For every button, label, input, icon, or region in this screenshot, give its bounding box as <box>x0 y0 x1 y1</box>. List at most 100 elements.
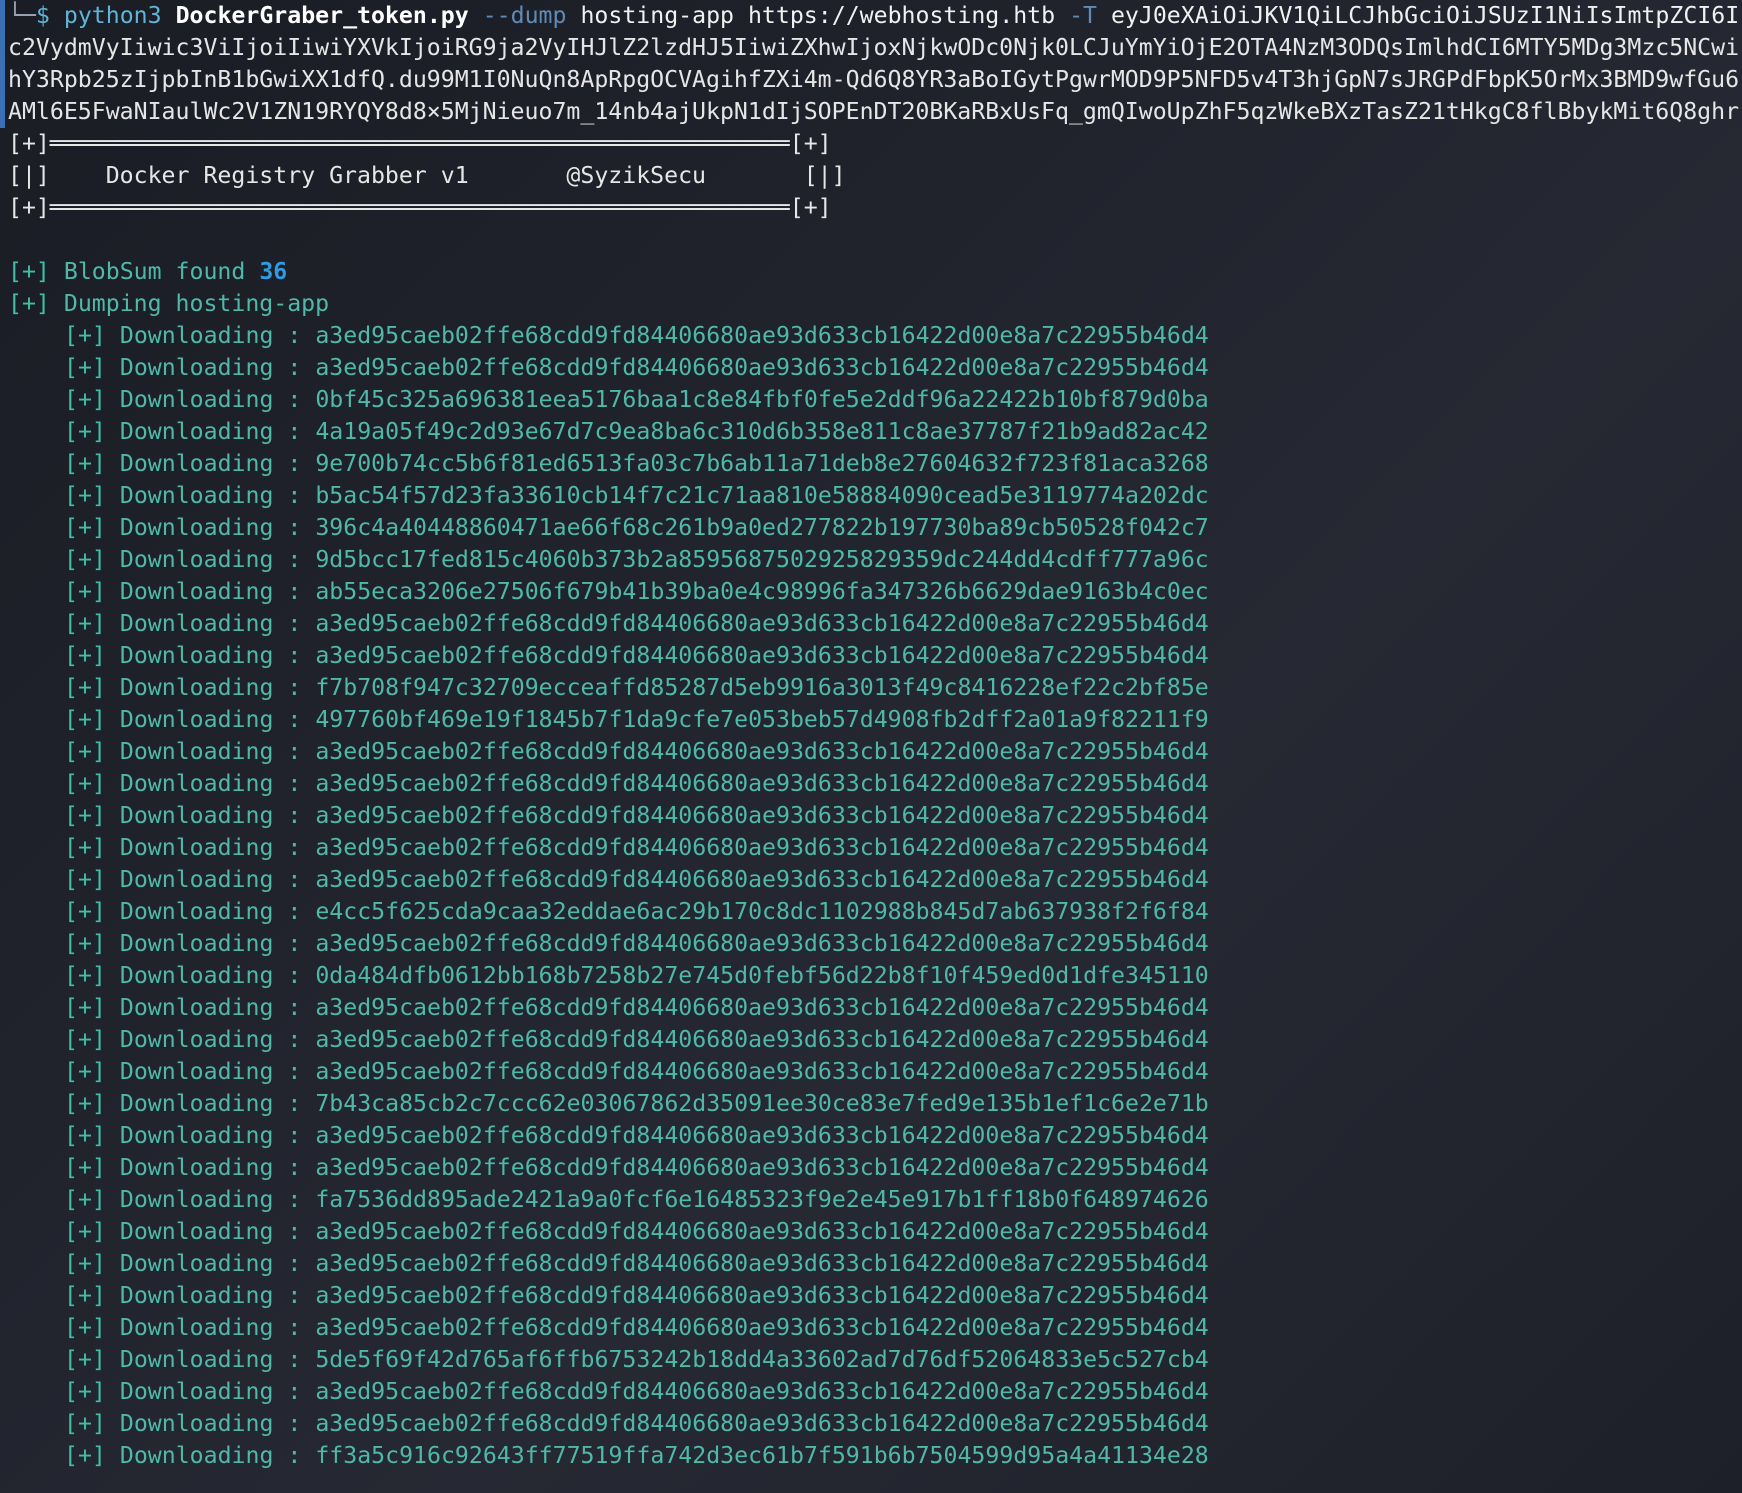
status-marker: [+] <box>8 258 50 285</box>
script-name: DockerGraber_token.py <box>175 2 469 29</box>
blob-hash: 5de5f69f42d765af6ffb6753242b18dd4a33602a… <box>315 1346 1209 1373</box>
status-marker: [+] <box>64 418 106 445</box>
status-marker: [+] <box>64 1218 106 1245</box>
download-label: Downloading : <box>119 386 302 413</box>
download-label: Downloading : <box>119 1282 302 1309</box>
banner-top: [+]═════════════════════════════════════… <box>8 130 832 157</box>
banner-bottom: [+]═════════════════════════════════════… <box>8 194 832 221</box>
status-marker: [+] <box>64 1410 106 1437</box>
status-marker: [+] <box>64 706 106 733</box>
download-label: Downloading : <box>119 1218 302 1245</box>
blob-hash: a3ed95caeb02ffe68cdd9fd84406680ae93d633c… <box>315 1314 1209 1341</box>
blob-hash: a3ed95caeb02ffe68cdd9fd84406680ae93d633c… <box>315 770 1209 797</box>
downloads-list: [+] Downloading : a3ed95caeb02ffe68cdd9f… <box>0 320 1742 1472</box>
download-label: Downloading : <box>119 706 302 733</box>
status-marker: [+] <box>64 930 106 957</box>
blob-hash: e4cc5f625cda9caa32eddae6ac29b170c8dc1102… <box>315 898 1209 925</box>
status-marker: [+] <box>64 386 106 413</box>
download-label: Downloading : <box>119 354 302 381</box>
download-row: [+] Downloading : a3ed95caeb02ffe68cdd9f… <box>0 1248 1742 1280</box>
download-row: [+] Downloading : e4cc5f625cda9caa32edda… <box>0 896 1742 928</box>
download-label: Downloading : <box>119 418 302 445</box>
download-row: [+] Downloading : fa7536dd895ade2421a9a0… <box>0 1184 1742 1216</box>
status-marker: [+] <box>64 1442 106 1469</box>
download-label: Downloading : <box>119 994 302 1021</box>
download-label: Downloading : <box>119 450 302 477</box>
status-marker: [+] <box>64 610 106 637</box>
download-label: Downloading : <box>119 1058 302 1085</box>
download-row: [+] Downloading : 9e700b74cc5b6f81ed6513… <box>0 448 1742 480</box>
blob-hash: a3ed95caeb02ffe68cdd9fd84406680ae93d633c… <box>315 1410 1209 1437</box>
download-label: Downloading : <box>119 834 302 861</box>
blob-hash: 396c4a40448860471ae66f68c261b9a0ed277822… <box>315 514 1209 541</box>
blob-hash: f7b708f947c32709ecceaffd85287d5eb9916a30… <box>315 674 1209 701</box>
terminal-window[interactable]: └─$ python3 DockerGraber_token.py --dump… <box>0 0 1742 1493</box>
download-label: Downloading : <box>119 610 302 637</box>
blob-hash: a3ed95caeb02ffe68cdd9fd84406680ae93d633c… <box>315 834 1209 861</box>
download-label: Downloading : <box>119 898 302 925</box>
download-row: [+] Downloading : 396c4a40448860471ae66f… <box>0 512 1742 544</box>
download-row: [+] Downloading : a3ed95caeb02ffe68cdd9f… <box>0 640 1742 672</box>
download-label: Downloading : <box>119 770 302 797</box>
token-start: eyJ0eXAiOiJKV1QiLCJhbGciOiJSUzI1NiIsImtp… <box>1110 2 1740 29</box>
download-row: [+] Downloading : a3ed95caeb02ffe68cdd9f… <box>0 1056 1742 1088</box>
blob-hash: a3ed95caeb02ffe68cdd9fd84406680ae93d633c… <box>315 738 1209 765</box>
status-marker: [+] <box>64 1122 106 1149</box>
status-marker: [+] <box>64 834 106 861</box>
download-label: Downloading : <box>119 930 302 957</box>
download-label: Downloading : <box>119 514 302 541</box>
download-row: [+] Downloading : 7b43ca85cb2c7ccc62e030… <box>0 1088 1742 1120</box>
download-row: [+] Downloading : b5ac54f57d23fa33610cb1… <box>0 480 1742 512</box>
status-marker: [+] <box>64 546 106 573</box>
blob-hash: ab55eca3206e27506f679b41b39ba0e4c98996fa… <box>315 578 1209 605</box>
download-label: Downloading : <box>119 642 302 669</box>
blob-hash: a3ed95caeb02ffe68cdd9fd84406680ae93d633c… <box>315 1154 1209 1181</box>
status-marker: [+] <box>64 322 106 349</box>
download-row: [+] Downloading : a3ed95caeb02ffe68cdd9f… <box>0 320 1742 352</box>
download-row: [+] Downloading : a3ed95caeb02ffe68cdd9f… <box>0 352 1742 384</box>
download-row: [+] Downloading : 0da484dfb0612bb168b725… <box>0 960 1742 992</box>
prompt-dollar: $ <box>35 2 50 29</box>
download-label: Downloading : <box>119 1250 302 1277</box>
flag-token: -T <box>1069 2 1097 29</box>
banner-title: [|] Docker Registry Grabber v1 @SyzikSec… <box>8 162 846 189</box>
status-marker: [+] <box>64 1186 106 1213</box>
status-marker: [+] <box>64 482 106 509</box>
blob-hash: 4a19a05f49c2d93e67d7c9ea8ba6c310d6b358e8… <box>315 418 1209 445</box>
blob-hash: 7b43ca85cb2c7ccc62e03067862d35091ee30ce8… <box>315 1090 1209 1117</box>
blob-hash: a3ed95caeb02ffe68cdd9fd84406680ae93d633c… <box>315 930 1209 957</box>
download-row: [+] Downloading : a3ed95caeb02ffe68cdd9f… <box>0 608 1742 640</box>
download-label: Downloading : <box>119 1090 302 1117</box>
download-row: [+] Downloading : a3ed95caeb02ffe68cdd9f… <box>0 1376 1742 1408</box>
download-row: [+] Downloading : 5de5f69f42d765af6ffb67… <box>0 1344 1742 1376</box>
download-label: Downloading : <box>119 1314 302 1341</box>
blob-hash: 9e700b74cc5b6f81ed6513fa03c7b6ab11a71deb… <box>315 450 1209 477</box>
download-label: Downloading : <box>119 1026 302 1053</box>
download-row: [+] Downloading : a3ed95caeb02ffe68cdd9f… <box>0 1408 1742 1440</box>
status-marker: [+] <box>64 1378 106 1405</box>
status-marker: [+] <box>64 738 106 765</box>
status-marker: [+] <box>8 290 50 317</box>
blobsum-label: BlobSum found <box>63 258 246 285</box>
download-row: [+] Downloading : a3ed95caeb02ffe68cdd9f… <box>0 1216 1742 1248</box>
download-row: [+] Downloading : a3ed95caeb02ffe68cdd9f… <box>0 832 1742 864</box>
download-row: [+] Downloading : 497760bf469e19f1845b7f… <box>0 704 1742 736</box>
dumping-line: [+] Dumping hosting-app <box>0 288 1742 320</box>
blobsum-count: 36 <box>259 258 288 285</box>
status-marker: [+] <box>64 514 106 541</box>
blob-hash: a3ed95caeb02ffe68cdd9fd84406680ae93d633c… <box>315 354 1209 381</box>
download-label: Downloading : <box>119 1186 302 1213</box>
download-label: Downloading : <box>119 962 302 989</box>
status-marker: [+] <box>64 354 106 381</box>
token-line: AMl6E5FwaNIaulWc2V1ZN19RYQY8d8×5MjNieuo7… <box>8 98 1740 125</box>
download-row: [+] Downloading : 4a19a05f49c2d93e67d7c9… <box>0 416 1742 448</box>
download-row: [+] Downloading : 9d5bcc17fed815c4060b37… <box>0 544 1742 576</box>
status-marker: [+] <box>64 1346 106 1373</box>
download-label: Downloading : <box>119 482 302 509</box>
download-label: Downloading : <box>119 546 302 573</box>
status-marker: [+] <box>64 802 106 829</box>
token-line: c2VydmVyIiwic3ViIjoiIiwiYXVkIjoiRG9ja2Vy… <box>8 34 1740 61</box>
blob-hash: fa7536dd895ade2421a9a0fcf6e16485323f9e2e… <box>315 1186 1209 1213</box>
blobsum-line: [+] BlobSum found 36 <box>0 256 1742 288</box>
download-label: Downloading : <box>119 322 302 349</box>
